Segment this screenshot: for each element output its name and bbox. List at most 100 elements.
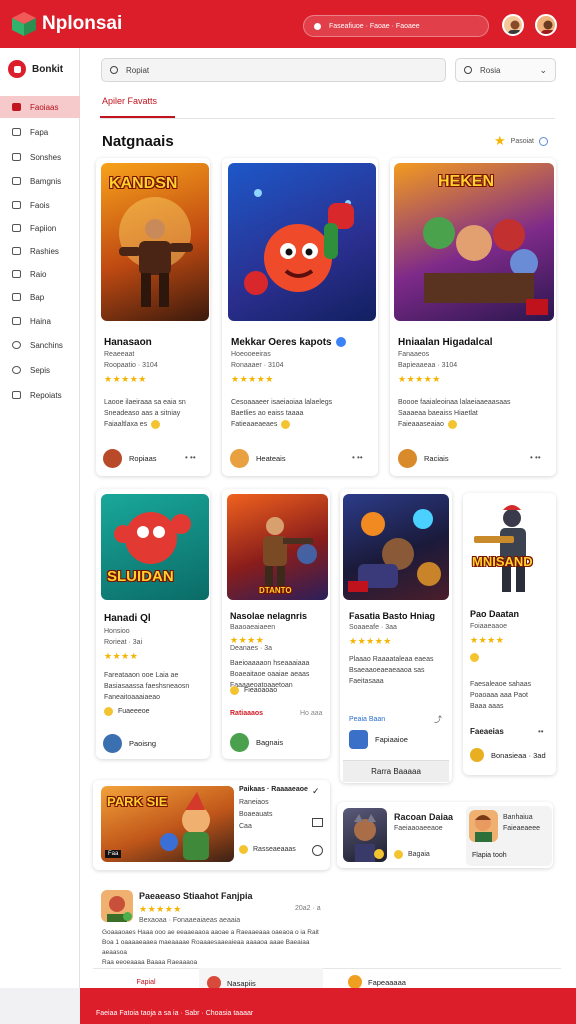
- publisher-name: Fapiaaioe: [375, 735, 408, 744]
- tab-active[interactable]: Apiler Favatts: [102, 96, 157, 106]
- section-link[interactable]: ★ Pasoiat: [494, 134, 549, 147]
- sidebar-item-2[interactable]: Sonshes: [0, 146, 80, 168]
- sidebar-item-label: Faoiaas: [30, 102, 59, 112]
- desc-line: Baeioaaaaon hseaaaiaaa: [230, 660, 310, 667]
- rating-stars: ★★★★: [470, 635, 505, 645]
- sidebar-item-label: Sanchins: [30, 340, 63, 350]
- desc-text: Fatieaaeaeaes: [231, 421, 278, 428]
- publisher[interactable]: Fapiaaioe: [349, 730, 408, 749]
- desc-line: Boooe faaialeoinaa lalaeiaaeaasaas: [398, 399, 511, 406]
- game-genre: Hoeooeeiras: [231, 351, 271, 358]
- game-art: MNISAND: [466, 496, 554, 602]
- review-line: Boa 1 oaaaaeaaea maeaaaae Roaaaesaaeaiea…: [102, 939, 310, 956]
- topbar-search[interactable]: Faseafiuoe · Faoae · Faoaee: [303, 15, 489, 37]
- profile-avatar[interactable]: [535, 14, 557, 36]
- coin-icon: [374, 849, 384, 859]
- publisher-avatar: [230, 733, 249, 752]
- game-description: Cesoaaaeer isaeiaoiaa lalaelegs Baetlies…: [231, 397, 375, 430]
- check-icon[interactable]: ✓: [312, 786, 320, 797]
- sidebar-item-6[interactable]: Rashies: [0, 240, 80, 262]
- desc-line: Poaoaaa aaa Paot: [470, 692, 528, 699]
- desc-line: Laooe ilaeiraaa sa eaia sn: [104, 399, 186, 406]
- coin-icon: [281, 420, 291, 429]
- game-art: DTANTO: [227, 494, 328, 600]
- filter-select[interactable]: Rosia ⌄: [455, 58, 556, 82]
- search-input[interactable]: Ropiat: [101, 58, 446, 82]
- review-stars: ★★★★★: [139, 904, 182, 914]
- review-title: Paeaeaso Stiaahot Fanjpia: [139, 891, 253, 901]
- promo-tag: Rasseaeaaas: [239, 845, 296, 854]
- refresh-icon: [539, 136, 549, 146]
- sidebar-item-12[interactable]: Repoiats: [0, 384, 80, 406]
- sidebar-item-4[interactable]: Faois: [0, 194, 80, 216]
- sidebar-item-0[interactable]: Faoiaas: [0, 96, 80, 118]
- verified-icon: [336, 337, 346, 347]
- grid-icon[interactable]: [312, 818, 323, 827]
- more-icon[interactable]: • ••: [185, 453, 196, 462]
- more-icon[interactable]: • ••: [530, 453, 541, 462]
- sidebar-icon: [12, 103, 21, 111]
- desc-line: Baaa aaas: [470, 703, 504, 710]
- publisher-name: Bagnais: [256, 738, 284, 747]
- game-title: Nasolae nelagnris: [230, 611, 308, 621]
- sidebar-icon: [12, 153, 21, 161]
- settings-icon[interactable]: [312, 845, 323, 856]
- game-meta: Deanaes · 3a: [230, 645, 273, 652]
- publisher-name: Paoisng: [129, 739, 157, 748]
- chevron-down-icon: ⌄: [539, 64, 547, 75]
- sidebar-item-7[interactable]: Raio: [0, 263, 80, 285]
- sidebar-item-1[interactable]: Fapa: [0, 121, 80, 143]
- tag-label: Fieaoaoao: [244, 687, 278, 694]
- game-description: Laooe ilaeiraaa sa eaia sn Sneadeaso aas…: [104, 397, 206, 430]
- play-button[interactable]: Rarra Baaaaa: [343, 760, 449, 782]
- rating-stars: ★★★★★: [231, 374, 274, 384]
- more-icon[interactable]: ••: [538, 727, 544, 736]
- sidebar-item-5[interactable]: Fapiion: [0, 217, 80, 239]
- publisher[interactable]: Heateais: [230, 449, 286, 468]
- publisher-avatar: [398, 449, 417, 468]
- game-genre: Honsioo: [104, 628, 130, 635]
- sidebar-icon: [12, 366, 21, 374]
- sidebar-item-8[interactable]: Bap: [0, 286, 80, 308]
- publisher[interactable]: Raciais: [398, 449, 449, 468]
- app-logo-icon[interactable]: [10, 10, 38, 38]
- sidebar-item-label: Sonshes: [30, 152, 62, 162]
- game-genre: Foiaaeaaoe: [470, 623, 507, 630]
- game-tag: Faeaeias: [470, 727, 504, 736]
- publisher[interactable]: Paoisng: [103, 734, 156, 753]
- publisher[interactable]: Bagnais: [230, 733, 283, 752]
- publisher[interactable]: Bonasieaa · 3ad: [470, 748, 546, 762]
- sidebar-brand[interactable]: Bonkit: [8, 60, 63, 78]
- user-avatar[interactable]: [502, 14, 524, 36]
- promo-line: Boaeauats: [239, 811, 273, 818]
- sidebar-item-3[interactable]: Bamgnis: [0, 170, 80, 192]
- share-icon[interactable]: ⤴: [434, 714, 442, 725]
- action-label: Fapeaaaaa: [368, 977, 406, 987]
- desc-line: Cesoaaaeer isaeiaoiaa lalaelegs: [231, 399, 333, 406]
- sidebar-brand-label: Bonkit: [32, 63, 64, 75]
- desc-line: Faeitasaaa: [349, 678, 384, 685]
- sidebar-item-10[interactable]: Sanchins: [0, 334, 80, 356]
- publisher[interactable]: Ropiaas: [103, 449, 157, 468]
- sidebar-item-9[interactable]: Haina: [0, 310, 80, 332]
- tag-label: Rasseaeaaas: [253, 846, 296, 853]
- sidebar-item-11[interactable]: Sepis: [0, 359, 80, 381]
- sidebar-icon: [12, 177, 21, 185]
- art-title: KANDSN: [109, 175, 178, 192]
- review-line: Goaaaoaes Haaa ooo ae eeaaeaaoa aaoae a …: [102, 929, 319, 936]
- game-title: Fasatia Basto Hniag: [349, 611, 436, 621]
- art-title: SLUIDAN: [107, 568, 174, 585]
- more-icon[interactable]: • ••: [352, 453, 363, 462]
- search-placeholder: Ropiat: [126, 65, 150, 75]
- action-tab[interactable]: Fapeaaaaa: [348, 975, 406, 989]
- mini-action[interactable]: Flapia tooh: [472, 852, 507, 859]
- promo-title: Paikaas · Raaaaeaoe: [239, 786, 308, 793]
- game-meta: Bapieaaeaa · 3104: [398, 362, 458, 369]
- desc-line: Baetlies ao eaiss taaaa: [231, 410, 304, 417]
- info-tag: Bagaia: [394, 850, 430, 859]
- game-art: HEKEN: [394, 163, 554, 321]
- search-icon: [464, 66, 472, 74]
- sidebar-icon: [12, 270, 21, 278]
- review-date: 20a2 · a: [295, 905, 321, 912]
- coin-icon: [230, 686, 239, 695]
